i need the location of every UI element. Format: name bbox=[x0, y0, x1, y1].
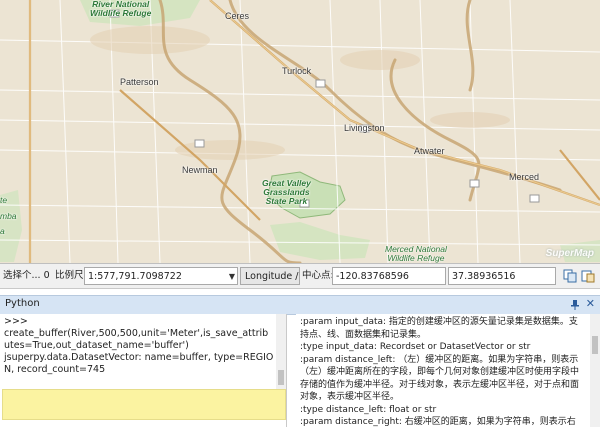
python-panel-title: Python bbox=[5, 298, 40, 309]
map-label-merced-nwr: Merced National Wildlife Refuge bbox=[385, 244, 447, 263]
map-label-left-edge-3: a bbox=[0, 226, 5, 236]
console-command: create_buffer(River,500,500,unit='Meter'… bbox=[4, 328, 269, 351]
center-y-field[interactable]: 37.38936516 bbox=[448, 267, 556, 285]
python-console[interactable]: >>> create_buffer(River,500,500,unit='Me… bbox=[0, 314, 287, 427]
doc-line: :param distance_right: 右缓冲区的距离，如果为字符串，则表… bbox=[300, 417, 576, 427]
console-output: >>> create_buffer(River,500,500,unit='Me… bbox=[4, 316, 274, 376]
map-label-atwater: Atwater bbox=[414, 146, 445, 156]
selection-count: 选择个... 0 bbox=[3, 270, 50, 281]
doc-scrollbar[interactable] bbox=[590, 314, 600, 427]
doc-line: :param distance_left: （左）缓冲区的距离。如果为字符串，则… bbox=[300, 354, 580, 403]
paste-coordinates-icon[interactable] bbox=[580, 268, 596, 284]
doc-line: :type distance_left: float or str bbox=[300, 404, 437, 415]
doc-line: :type input_data: Recordset or DatasetVe… bbox=[300, 342, 531, 352]
map-label-ceres: Ceres bbox=[225, 11, 250, 21]
python-panel-header: Python ✕ bbox=[0, 295, 600, 315]
map-status-bar: 选择个... 0 比例尺: 1:577,791.7098722 ▼ Longit… bbox=[0, 264, 600, 289]
scale-value: 1:577,791.7098722 bbox=[88, 271, 182, 282]
map-label-patterson: Patterson bbox=[120, 77, 159, 87]
map-label-great-valley: Great Valley Grasslands State Park bbox=[262, 178, 311, 206]
center-label: 中心点: bbox=[302, 270, 334, 281]
map-label-livingston: Livingston bbox=[344, 123, 385, 133]
map-canvas[interactable] bbox=[0, 0, 600, 263]
map-label-newman: Newman bbox=[182, 165, 218, 175]
coordinate-system-button[interactable]: Longitude / L bbox=[240, 267, 300, 285]
map-label-turlock: Turlock bbox=[282, 66, 312, 76]
python-doc-panel: :param input_data: 指定的创建缓冲区的源矢量记录集是数据集。支… bbox=[296, 314, 590, 427]
scale-combobox[interactable]: 1:577,791.7098722 ▼ bbox=[84, 267, 238, 285]
close-icon[interactable]: ✕ bbox=[586, 297, 595, 310]
map-view[interactable]: River National Wildlife Refuge Ceres Pat… bbox=[0, 0, 600, 264]
center-x-field[interactable]: -120.83768596 bbox=[332, 267, 446, 285]
doc-scroll-thumb[interactable] bbox=[592, 336, 598, 354]
console-input-line[interactable] bbox=[2, 389, 286, 420]
scale-label: 比例尺: bbox=[55, 270, 87, 281]
map-label-merced: Merced bbox=[509, 172, 540, 182]
map-label-left-edge-1: te bbox=[0, 195, 8, 205]
console-result: jsuperpy.data.DatasetVector: name=buffer… bbox=[4, 352, 274, 375]
map-label-san-luis-nwr: River National Wildlife Refuge bbox=[90, 0, 152, 18]
chevron-down-icon[interactable]: ▼ bbox=[229, 268, 235, 286]
pin-icon[interactable] bbox=[570, 299, 580, 311]
map-label-left-edge-2: mba bbox=[0, 211, 17, 221]
console-scrollbar[interactable] bbox=[276, 314, 286, 389]
copy-coordinates-icon[interactable] bbox=[562, 268, 578, 284]
doc-line: :param input_data: 指定的创建缓冲区的源矢量记录集是数据集。支… bbox=[300, 317, 578, 340]
console-prompt: >>> bbox=[4, 316, 28, 327]
doc-text: :param input_data: 指定的创建缓冲区的源矢量记录集是数据集。支… bbox=[300, 316, 584, 427]
supermap-watermark: SuperMap bbox=[545, 248, 594, 259]
console-scroll-thumb[interactable] bbox=[278, 370, 284, 385]
